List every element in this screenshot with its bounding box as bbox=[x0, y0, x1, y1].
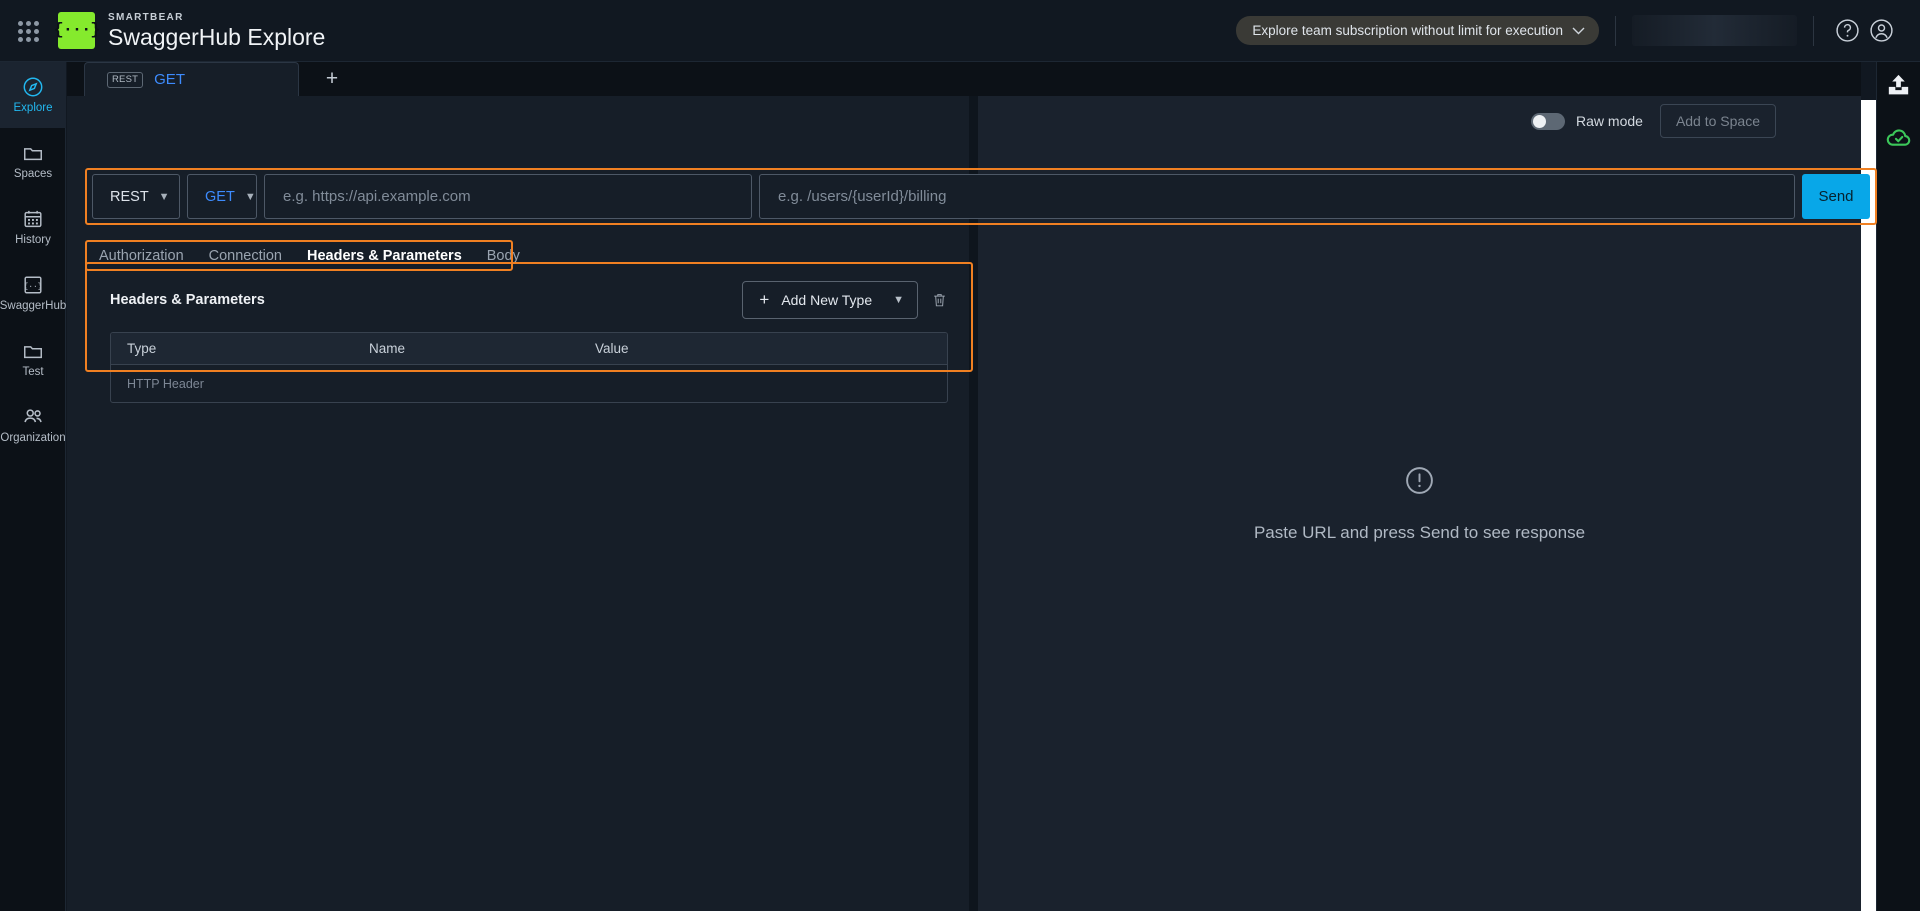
sidebar-item-history[interactable]: History bbox=[0, 194, 66, 260]
compass-icon bbox=[22, 76, 44, 98]
sidebar-item-test[interactable]: Test bbox=[0, 326, 66, 392]
sidebar-item-label: Spaces bbox=[13, 167, 53, 180]
chevron-down-icon: ▼ bbox=[158, 190, 170, 203]
sidebar-item-label: Organization bbox=[0, 431, 66, 444]
column-header-name: Name bbox=[369, 341, 406, 356]
toggle-switch[interactable] bbox=[1531, 112, 1566, 130]
new-tab-button[interactable]: + bbox=[299, 62, 365, 96]
table-row[interactable]: HTTP Header bbox=[111, 364, 947, 402]
swaggerhub-logo-icon: {···} bbox=[54, 12, 101, 49]
request-tab-strip: REST GET + bbox=[67, 62, 1861, 96]
headers-card-header: Headers & Parameters + Add New Type ▼ bbox=[110, 268, 948, 332]
sidebar-item-label: SwaggerHub bbox=[0, 299, 67, 312]
request-toolbar: Raw mode Add to Space bbox=[0, 96, 1794, 146]
chevron-down-icon bbox=[1572, 27, 1585, 34]
right-action-rail bbox=[1876, 62, 1920, 911]
swaggerhub-icon: {··} bbox=[22, 274, 44, 296]
top-bar-right: Explore team subscription without limit … bbox=[1236, 0, 1920, 61]
headers-card-title: Headers & Parameters bbox=[110, 292, 265, 308]
tab-method-label: GET bbox=[154, 71, 185, 88]
subscription-label: Explore team subscription without limit … bbox=[1252, 23, 1563, 38]
tab-headers-parameters[interactable]: Headers & Parameters bbox=[307, 248, 462, 264]
brand: SMARTBEAR SwaggerHub Explore bbox=[108, 11, 326, 50]
path-input[interactable] bbox=[759, 174, 1795, 219]
protocol-select[interactable]: REST ▼ bbox=[92, 174, 180, 219]
help-circle-icon[interactable] bbox=[1830, 14, 1864, 48]
left-nav-rail: Explore Spaces History {··} SwaggerHub T… bbox=[0, 62, 66, 911]
column-header-value: Value bbox=[595, 341, 629, 356]
headers-parameters-card: Headers & Parameters + Add New Type ▼ Ty… bbox=[92, 268, 966, 403]
folder-icon bbox=[22, 340, 44, 362]
tab-body[interactable]: Body bbox=[487, 248, 520, 264]
table-header-row: Type Name Value bbox=[111, 333, 947, 364]
top-bar: {···} SMARTBEAR SwaggerHub Explore Explo… bbox=[0, 0, 1920, 62]
upload-icon[interactable] bbox=[1884, 70, 1914, 100]
brand-subtitle: SMARTBEAR bbox=[108, 11, 184, 23]
tab-rest-get[interactable]: REST GET bbox=[84, 62, 299, 96]
method-value: GET bbox=[205, 188, 235, 205]
cloud-check-icon[interactable] bbox=[1884, 122, 1914, 152]
chevron-down-icon[interactable]: ▼ bbox=[888, 294, 917, 306]
loading-placeholder bbox=[1632, 15, 1797, 46]
send-button[interactable]: Send bbox=[1802, 174, 1870, 219]
sidebar-item-label: Test bbox=[22, 365, 44, 378]
headers-table: Type Name Value HTTP Header bbox=[110, 332, 948, 403]
tab-authorization[interactable]: Authorization bbox=[99, 248, 184, 264]
tab-connection[interactable]: Connection bbox=[209, 248, 282, 264]
base-url-input[interactable] bbox=[264, 174, 752, 219]
tab-protocol-badge: REST bbox=[107, 71, 144, 88]
add-new-type-button[interactable]: + Add New Type ▼ bbox=[742, 281, 918, 319]
method-select[interactable]: GET ▼ bbox=[187, 174, 257, 219]
plus-icon: + bbox=[759, 290, 770, 309]
brand-title: SwaggerHub Explore bbox=[108, 23, 326, 50]
chevron-down-icon: ▼ bbox=[244, 190, 256, 203]
raw-mode-label: Raw mode bbox=[1576, 113, 1643, 129]
user-account-icon[interactable] bbox=[1864, 14, 1898, 48]
sidebar-item-swaggerhub[interactable]: {··} SwaggerHub bbox=[0, 260, 66, 326]
url-bar: REST ▼ GET ▼ Send bbox=[92, 174, 1870, 219]
grid-apps-icon[interactable] bbox=[8, 11, 48, 51]
cell-type[interactable]: HTTP Header bbox=[111, 377, 369, 391]
add-new-type-label: Add New Type bbox=[781, 292, 873, 308]
svg-text:{··}: {··} bbox=[24, 283, 43, 291]
trash-icon[interactable] bbox=[931, 291, 948, 309]
divider bbox=[1615, 15, 1616, 46]
headers-card-actions: + Add New Type ▼ bbox=[742, 281, 948, 319]
raw-mode-toggle[interactable]: Raw mode bbox=[1531, 112, 1643, 130]
window-scrollbar[interactable] bbox=[1861, 100, 1876, 911]
protocol-value: REST bbox=[110, 188, 149, 205]
add-to-space-button[interactable]: Add to Space bbox=[1659, 104, 1776, 138]
divider bbox=[1813, 15, 1814, 46]
exclamation-circle-icon bbox=[1404, 465, 1435, 501]
empty-response-message: Paste URL and press Send to see response bbox=[1253, 522, 1586, 542]
sidebar-item-organization[interactable]: Organization bbox=[0, 392, 66, 458]
calendar-icon bbox=[22, 208, 44, 230]
subscription-dropdown[interactable]: Explore team subscription without limit … bbox=[1236, 16, 1599, 45]
sidebar-item-label: History bbox=[15, 233, 51, 246]
people-icon bbox=[22, 406, 45, 428]
section-tabs: Authorization Connection Headers & Param… bbox=[85, 240, 534, 271]
column-header-type: Type bbox=[127, 341, 157, 356]
